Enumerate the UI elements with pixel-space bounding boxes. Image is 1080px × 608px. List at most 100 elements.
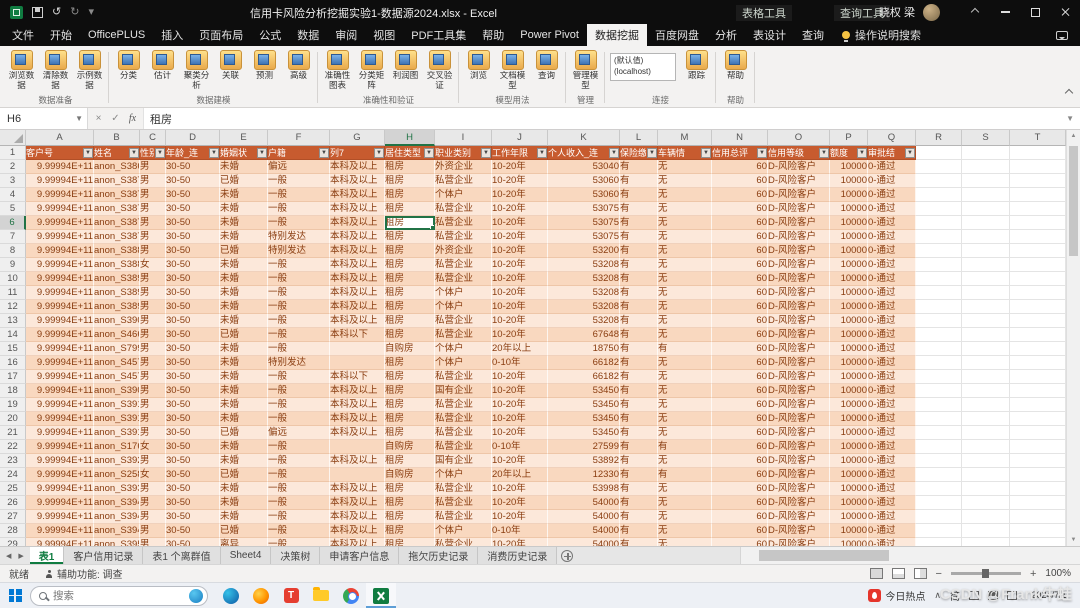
cell[interactable]: anon_S4579 xyxy=(94,370,140,384)
cell[interactable]: 9.99994E+11 xyxy=(26,524,94,538)
cell[interactable]: 男 xyxy=(140,538,166,546)
cell[interactable]: 60 xyxy=(712,454,768,468)
cell[interactable]: 租房 xyxy=(385,356,435,370)
column-letter-I[interactable]: I xyxy=(435,130,492,146)
table-header-cell[interactable]: 性别▼ xyxy=(140,146,166,160)
cell[interactable] xyxy=(962,342,1010,356)
cell[interactable]: 未婚 xyxy=(220,440,268,454)
cell[interactable]: 已婚 xyxy=(220,244,268,258)
cell[interactable]: 0-通过 xyxy=(868,538,916,546)
cell[interactable]: 30-50 xyxy=(166,342,220,356)
cell[interactable]: 10-20年 xyxy=(492,202,548,216)
cell[interactable] xyxy=(962,258,1010,272)
column-letter-D[interactable]: D xyxy=(166,130,220,146)
cell[interactable]: anon_S799 xyxy=(94,342,140,356)
taskbar-app-excel[interactable] xyxy=(366,583,396,608)
cell[interactable]: 男 xyxy=(140,230,166,244)
cell[interactable] xyxy=(1010,468,1066,482)
cell[interactable] xyxy=(916,440,962,454)
cell[interactable]: 未婚 xyxy=(220,356,268,370)
cell[interactable] xyxy=(916,384,962,398)
cell[interactable]: anon_S3899 xyxy=(94,300,140,314)
cell[interactable]: 偏远 xyxy=(268,160,330,174)
cell[interactable]: 一般 xyxy=(268,314,330,328)
cell[interactable]: 男 xyxy=(140,384,166,398)
cell[interactable] xyxy=(962,160,1010,174)
cell[interactable] xyxy=(962,202,1010,216)
cell[interactable] xyxy=(916,412,962,426)
column-letter-G[interactable]: G xyxy=(330,130,385,146)
cell[interactable]: 60 xyxy=(712,426,768,440)
customize-quick-access-icon[interactable]: ▾ xyxy=(88,6,94,18)
cell[interactable]: 10000 xyxy=(830,328,868,342)
cell[interactable]: 男 xyxy=(140,314,166,328)
cell[interactable]: 有 xyxy=(658,440,712,454)
cell[interactable]: 10000 xyxy=(830,454,868,468)
cell[interactable]: 53075 xyxy=(548,216,620,230)
cell[interactable] xyxy=(962,412,1010,426)
cell[interactable]: 有 xyxy=(620,160,658,174)
cell[interactable]: anon_S3910 xyxy=(94,398,140,412)
cell[interactable]: 60 xyxy=(712,342,768,356)
sample-data-button[interactable]: 示例数据 xyxy=(73,48,106,91)
cell[interactable]: 本科以下 xyxy=(330,328,385,342)
cell[interactable]: 30-50 xyxy=(166,160,220,174)
filter-dropdown-icon[interactable]: ▼ xyxy=(209,147,219,158)
cell[interactable] xyxy=(330,356,385,370)
cell[interactable]: 9.99994E+11 xyxy=(26,272,94,286)
cell[interactable]: 0-通过 xyxy=(868,230,916,244)
classification-matrix-button[interactable]: 分类矩阵 xyxy=(355,48,388,91)
cell[interactable]: 有 xyxy=(658,342,712,356)
cell[interactable]: 一般 xyxy=(268,538,330,546)
cell[interactable]: D-风险客户 xyxy=(768,510,830,524)
cell[interactable]: 未婚 xyxy=(220,314,268,328)
help-button[interactable]: 帮助 xyxy=(719,48,752,81)
cell[interactable]: anon_S3888 xyxy=(94,258,140,272)
cell[interactable]: 60 xyxy=(712,230,768,244)
cell[interactable]: 无 xyxy=(658,398,712,412)
cell[interactable] xyxy=(962,398,1010,412)
row-number[interactable]: 17 xyxy=(0,370,26,384)
cell[interactable]: 0-10年 xyxy=(492,524,548,538)
enter-icon[interactable]: ✓ xyxy=(107,113,124,124)
cell[interactable]: 男 xyxy=(140,454,166,468)
cell[interactable]: D-风险客户 xyxy=(768,230,830,244)
cell[interactable]: 本科及以上 xyxy=(330,426,385,440)
cell[interactable]: 18750 xyxy=(548,342,620,356)
cell[interactable]: 有 xyxy=(620,244,658,258)
cell[interactable] xyxy=(962,272,1010,286)
cell[interactable]: 本科及以上 xyxy=(330,496,385,510)
row-number[interactable]: 6 xyxy=(0,216,26,230)
cell[interactable]: 外资企业 xyxy=(435,160,492,174)
row-number[interactable]: 8 xyxy=(0,244,26,258)
row-number[interactable]: 4 xyxy=(0,188,26,202)
cell[interactable]: 私营企业 xyxy=(435,482,492,496)
cell[interactable]: 10000 xyxy=(830,230,868,244)
cell[interactable]: 未婚 xyxy=(220,342,268,356)
cell[interactable]: 一般 xyxy=(268,174,330,188)
cell[interactable]: 53450 xyxy=(548,398,620,412)
cell[interactable] xyxy=(1010,300,1066,314)
cell[interactable]: 60 xyxy=(712,524,768,538)
select-all-button[interactable] xyxy=(0,130,26,146)
clear-data-button[interactable]: 清除数据 xyxy=(39,48,72,91)
scroll-down-icon[interactable]: ▼ xyxy=(1067,537,1080,543)
cell[interactable]: 9.99994E+11 xyxy=(26,328,94,342)
cell[interactable]: 已婚 xyxy=(220,328,268,342)
document-model-button[interactable]: 文档模型 xyxy=(496,48,529,91)
cell[interactable]: 10-20年 xyxy=(492,174,548,188)
cell[interactable]: 30-50 xyxy=(166,328,220,342)
taskbar-app-file-explorer[interactable] xyxy=(306,583,336,608)
row-number[interactable]: 9 xyxy=(0,258,26,272)
cell[interactable]: 特别发达 xyxy=(268,244,330,258)
cell[interactable] xyxy=(916,202,962,216)
taskbar-app-t[interactable]: T xyxy=(276,583,306,608)
cell[interactable]: 租房 xyxy=(385,244,435,258)
cell[interactable]: D-风险客户 xyxy=(768,244,830,258)
cell[interactable]: 54000 xyxy=(548,524,620,538)
filter-dropdown-icon[interactable]: ▼ xyxy=(83,147,93,158)
row-number[interactable]: 24 xyxy=(0,468,26,482)
cell[interactable]: 无 xyxy=(658,524,712,538)
cell[interactable]: 无 xyxy=(658,272,712,286)
cell[interactable]: 60 xyxy=(712,440,768,454)
